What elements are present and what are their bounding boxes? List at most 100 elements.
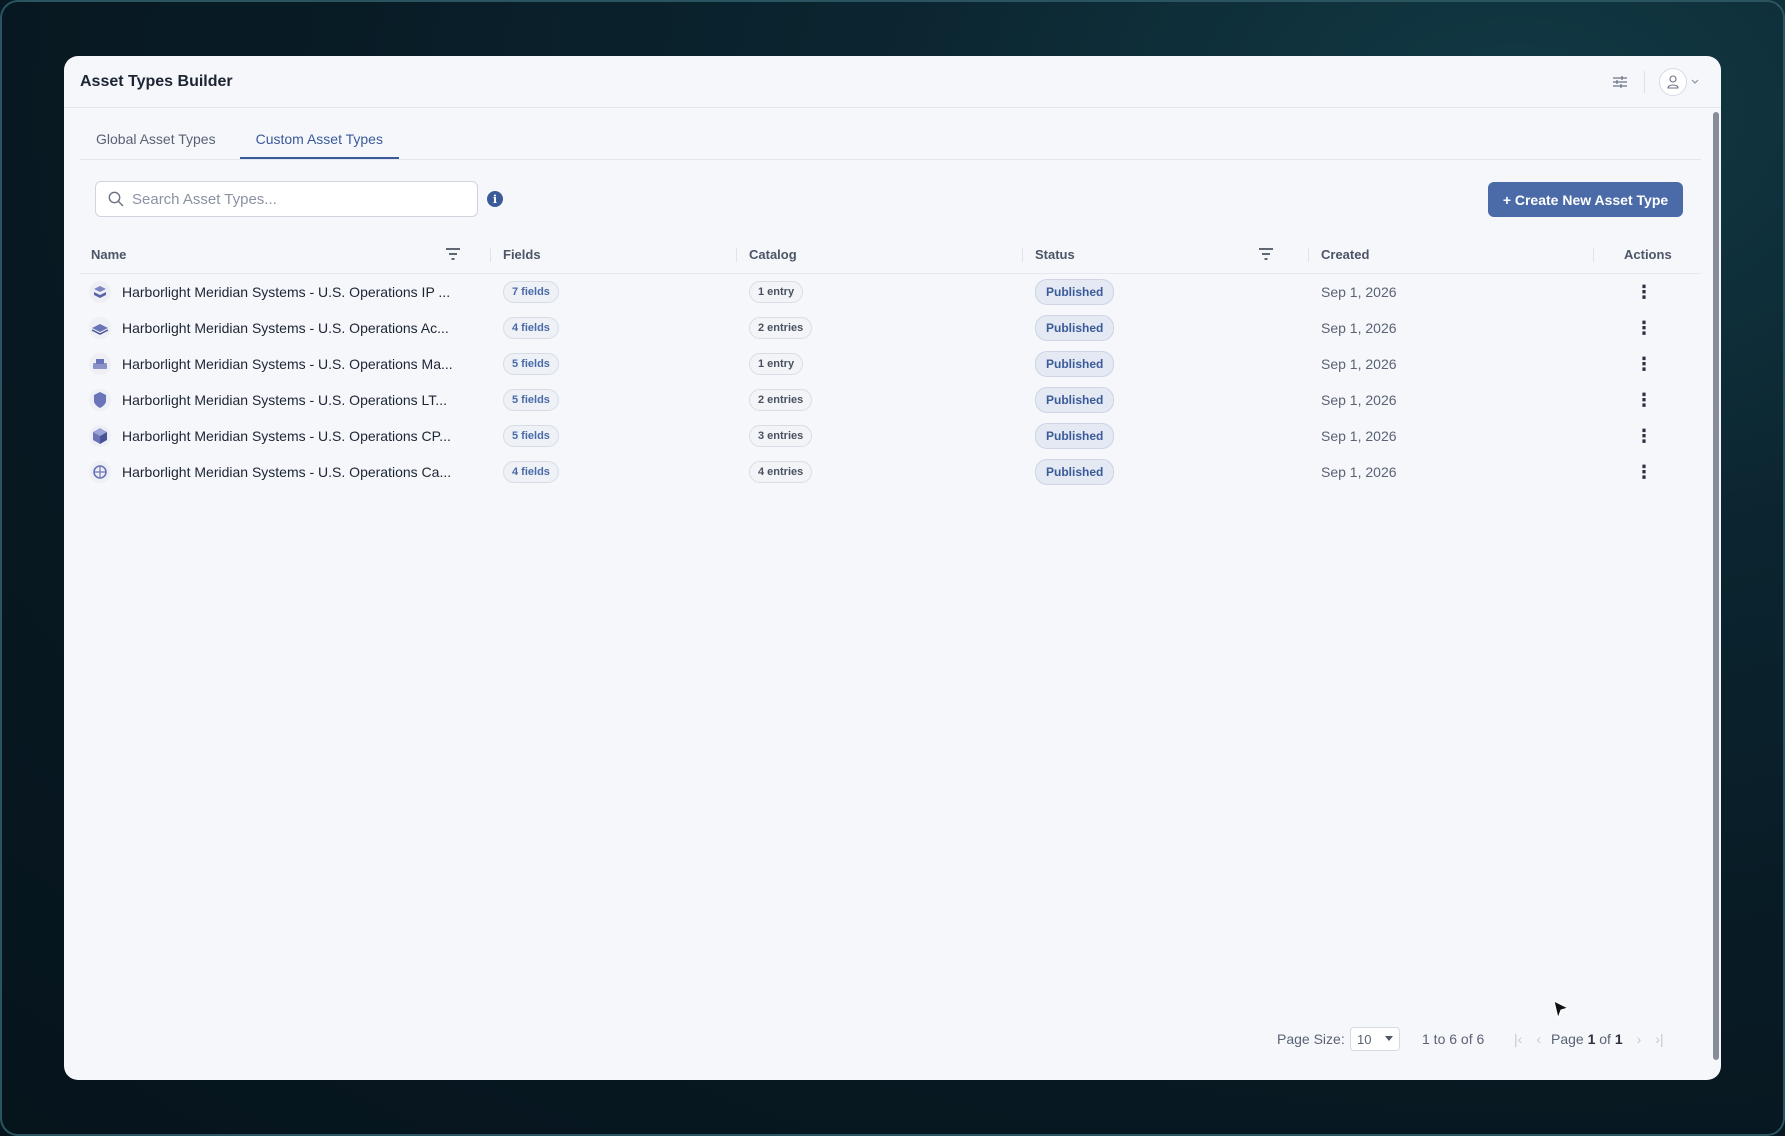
page-size-dropdown[interactable]: 10 — [1350, 1024, 1400, 1054]
catalog-count-badge: 4 entries — [749, 461, 813, 483]
fields-count-badge: 7 fields — [503, 281, 559, 303]
layers-icon — [88, 310, 112, 346]
prev-page-icon[interactable]: ‹ — [1536, 1031, 1541, 1047]
app-title: Asset Types Builder — [80, 72, 233, 90]
table-row[interactable]: Harborlight Meridian Systems - U.S. Oper… — [80, 274, 1701, 310]
info-icon[interactable]: i — [487, 191, 503, 207]
last-page-icon[interactable]: ›| — [1655, 1031, 1663, 1047]
column-separator — [1022, 248, 1023, 262]
filter-icon[interactable] — [1258, 247, 1274, 261]
created-date: Sep 1, 2026 — [1321, 464, 1397, 480]
status-badge: Published — [1035, 351, 1115, 377]
asset-type-name[interactable]: Harborlight Meridian Systems - U.S. Oper… — [122, 320, 449, 336]
asset-type-name[interactable]: Harborlight Meridian Systems - U.S. Oper… — [122, 464, 451, 480]
asset-type-name[interactable]: Harborlight Meridian Systems - U.S. Oper… — [122, 428, 451, 444]
status-badge: Published — [1035, 387, 1115, 413]
filter-icon[interactable] — [445, 247, 461, 261]
asset-types-table: Name Fields Catalog Status Created Actio… — [80, 234, 1701, 490]
fields-count-badge: 5 fields — [503, 353, 559, 375]
first-page-icon[interactable]: |‹ — [1514, 1031, 1522, 1047]
fields-count-badge: 5 fields — [503, 389, 559, 411]
scrollbar[interactable] — [1713, 112, 1719, 1060]
status-badge: Published — [1035, 315, 1115, 341]
page-total: 1 — [1614, 1031, 1623, 1047]
catalog-count-badge: 3 entries — [749, 425, 813, 447]
pager-controls: |‹ ‹ Page 1 of 1 › ›| — [1514, 1024, 1664, 1054]
row-actions-menu-icon[interactable]: ⋮ — [1635, 391, 1653, 409]
top-bar: Asset Types Builder — [64, 56, 1721, 108]
tab-global-asset-types[interactable]: Global Asset Types — [80, 131, 232, 159]
table-row[interactable]: Harborlight Meridian Systems - U.S. Oper… — [80, 454, 1701, 490]
search-icon — [108, 191, 124, 207]
table-header: Name Fields Catalog Status Created Actio… — [80, 234, 1701, 274]
column-separator — [1308, 248, 1309, 262]
created-date: Sep 1, 2026 — [1321, 392, 1397, 408]
page-indicator: Page 1 of 1 — [1551, 1031, 1623, 1047]
globe-icon — [88, 454, 112, 490]
user-icon — [1667, 75, 1679, 89]
caret-down-icon — [1385, 1036, 1393, 1041]
column-header-created[interactable]: Created — [1321, 234, 1369, 274]
fields-count-badge: 4 fields — [503, 461, 559, 483]
row-actions-menu-icon[interactable]: ⋮ — [1635, 427, 1653, 445]
tab-custom-asset-types[interactable]: Custom Asset Types — [239, 131, 399, 159]
column-separator — [490, 248, 491, 262]
cube-icon — [88, 418, 112, 454]
user-menu[interactable] — [1659, 68, 1699, 96]
settings-sliders-icon[interactable] — [1610, 72, 1630, 92]
table-row[interactable]: Harborlight Meridian Systems - U.S. Oper… — [80, 418, 1701, 454]
catalog-count-badge: 2 entries — [749, 389, 813, 411]
catalog-count-badge: 2 entries — [749, 317, 813, 339]
table-body: Harborlight Meridian Systems - U.S. Oper… — [80, 274, 1701, 490]
row-actions-menu-icon[interactable]: ⋮ — [1635, 463, 1653, 481]
column-header-catalog[interactable]: Catalog — [749, 234, 797, 274]
column-header-status[interactable]: Status — [1035, 234, 1075, 274]
column-header-actions: Actions — [1624, 246, 1672, 262]
app-window: Asset Types Builder Global Asset Types C… — [64, 56, 1721, 1080]
created-date: Sep 1, 2026 — [1321, 284, 1397, 300]
row-actions-menu-icon[interactable]: ⋮ — [1635, 355, 1653, 373]
next-page-icon[interactable]: › — [1637, 1031, 1642, 1047]
table-row[interactable]: Harborlight Meridian Systems - U.S. Oper… — [80, 310, 1701, 346]
chevron-down-icon[interactable] — [1691, 79, 1699, 85]
status-badge: Published — [1035, 459, 1115, 485]
table-row[interactable]: Harborlight Meridian Systems - U.S. Oper… — [80, 382, 1701, 418]
catalog-count-badge: 1 entry — [749, 281, 804, 303]
column-header-name[interactable]: Name — [91, 234, 126, 274]
divider — [1644, 71, 1645, 93]
topbar-actions — [1610, 56, 1699, 108]
page-prefix: Page — [1550, 1031, 1584, 1047]
created-date: Sep 1, 2026 — [1321, 356, 1397, 372]
create-asset-type-button[interactable]: + Create New Asset Type — [1488, 182, 1683, 217]
asset-type-name[interactable]: Harborlight Meridian Systems - U.S. Oper… — [122, 284, 450, 300]
row-range: 1 to 6 of 6 — [1422, 1031, 1485, 1047]
search-input[interactable] — [132, 190, 462, 208]
created-date: Sep 1, 2026 — [1321, 428, 1397, 444]
machine-icon — [88, 346, 112, 382]
pagination-bar: Page Size: 10 1 to 6 of 6 |‹ ‹ Page 1 of… — [64, 1024, 1701, 1054]
table-row[interactable]: Harborlight Meridian Systems - U.S. Oper… — [80, 346, 1701, 382]
fields-count-badge: 5 fields — [503, 425, 559, 447]
status-badge: Published — [1035, 423, 1115, 449]
row-actions-menu-icon[interactable]: ⋮ — [1635, 283, 1653, 301]
row-actions-menu-icon[interactable]: ⋮ — [1635, 319, 1653, 337]
status-badge: Published — [1035, 279, 1115, 305]
catalog-count-badge: 1 entry — [749, 353, 804, 375]
shield-icon — [88, 382, 112, 418]
avatar[interactable] — [1659, 68, 1687, 96]
column-separator — [1593, 248, 1594, 262]
stack-icon — [88, 274, 112, 310]
page-of: of — [1599, 1031, 1611, 1047]
fields-count-badge: 4 fields — [503, 317, 559, 339]
created-date: Sep 1, 2026 — [1321, 320, 1397, 336]
column-separator — [736, 248, 737, 262]
asset-type-name[interactable]: Harborlight Meridian Systems - U.S. Oper… — [122, 392, 447, 408]
search-field[interactable] — [95, 181, 478, 217]
page-current: 1 — [1587, 1031, 1596, 1047]
page-size-label: Page Size: — [1277, 1031, 1345, 1047]
tab-bar: Global Asset Types Custom Asset Types — [80, 108, 1701, 160]
mouse-cursor-icon — [1553, 1000, 1570, 1020]
column-header-fields[interactable]: Fields — [503, 234, 541, 274]
page-size-value: 10 — [1357, 1031, 1372, 1047]
asset-type-name[interactable]: Harborlight Meridian Systems - U.S. Oper… — [122, 356, 453, 372]
